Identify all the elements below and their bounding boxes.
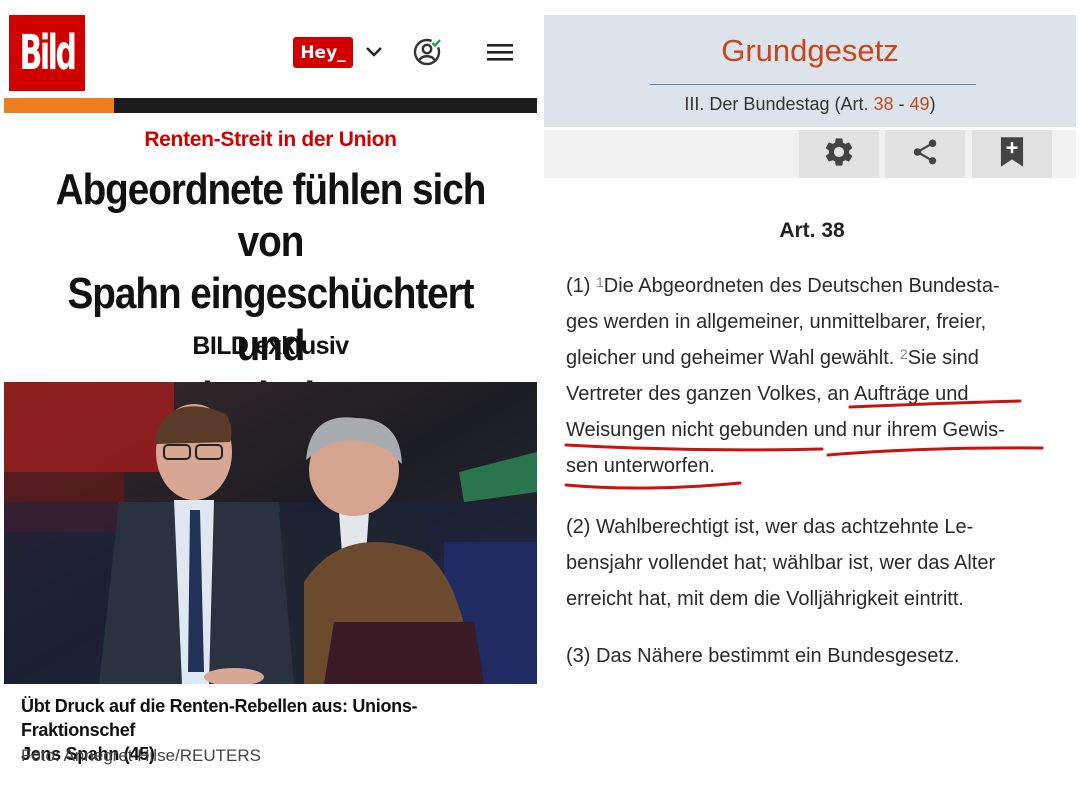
settings-button[interactable] [799, 130, 879, 178]
paragraph-line: bensjahr vollendet hat; wählbar ist, wer… [566, 552, 996, 574]
hey-button[interactable]: Hey_ [293, 37, 353, 68]
article-kicker: Renten-Streit in der Union [144, 128, 397, 151]
article-heading: Art. 38 [779, 219, 845, 242]
share-button[interactable] [885, 130, 965, 178]
line-text: Sie sind [907, 347, 979, 369]
gg-header: Grundgesetz III. Der Bundestag (Art. 38 … [544, 15, 1076, 127]
paragraph-line: (3) Das Nähere bestimmt ein Bundesgesetz… [566, 645, 960, 667]
article-paragraph-2: (2) Wahlberechtigt ist, wer das achtzehn… [566, 509, 1066, 617]
line-text: gleicher und geheimer Wahl gewählt. [566, 347, 900, 369]
article-to-link[interactable]: 49 [910, 94, 930, 114]
paragraph-marker: (1) [566, 275, 596, 297]
subtitle-suffix: ) [929, 94, 936, 114]
paragraph-line: erreicht hat, mit dem die Volljährigkeit… [566, 588, 964, 610]
chevron-down-icon[interactable] [362, 40, 386, 64]
paragraph-line: ges werden in allgemeiner, unmittelbarer… [566, 311, 987, 333]
line-text: Die Abgeordneten des Deutschen Bundesta- [603, 275, 1000, 297]
title-divider [650, 84, 976, 85]
photo-credit: Foto: Annegret Hilse/REUTERS [21, 746, 261, 765]
bild-logo-text: Bild [19, 25, 77, 81]
bookmark-button[interactable] [972, 130, 1052, 178]
bookmark-add-icon [997, 136, 1027, 173]
exclusive-label: BILD exklusiv [192, 332, 349, 360]
settings-gear-icon [822, 135, 856, 174]
bild-article-panel: Bild Hey_ Renten-Streit in der Union Abg… [0, 0, 542, 786]
paragraph-line: Vertreter des ganzen Volkes, an Aufträge… [566, 383, 969, 405]
grundgesetz-panel: Grundgesetz III. Der Bundestag (Art. 38 … [544, 15, 1076, 786]
article-photo[interactable] [4, 382, 537, 684]
menu-icon[interactable] [486, 40, 514, 64]
paragraph-line: (2) Wahlberechtigt ist, wer das achtzehn… [566, 516, 974, 538]
article-paragraph-1: (1) 1Die Abgeordneten des Deutschen Bund… [566, 268, 1066, 484]
caption-line: Übt Druck auf die Renten-Rebellen aus: U… [21, 696, 418, 740]
headline-line: Abgeordnete fühlen sich von [55, 165, 487, 266]
article-paragraph-3: (3) Das Nähere bestimmt ein Bundesgesetz… [566, 638, 1066, 674]
share-icon [910, 137, 940, 172]
paragraph-line: gleicher und geheimer Wahl gewählt. 2Sie… [566, 340, 1066, 376]
subtitle-prefix: III. Der Bundestag (Art. [684, 94, 874, 114]
paragraph-line: (1) 1Die Abgeordneten des Deutschen Bund… [566, 268, 1066, 304]
header-divider-accent [4, 98, 114, 113]
sentence-number: 1 [596, 274, 604, 290]
subtitle-sep: - [893, 94, 910, 114]
article-from-link[interactable]: 38 [874, 94, 894, 114]
paragraph-line: sen unterworfen. [566, 455, 715, 477]
sentence-number: 2 [899, 346, 908, 362]
bild-logo[interactable]: Bild [9, 15, 85, 91]
article-toolbar [544, 130, 1076, 178]
account-icon[interactable] [412, 37, 442, 67]
paragraph-line: Weisungen nicht gebunden und nur ihrem G… [566, 419, 1005, 441]
page-title: Grundgesetz [721, 33, 899, 68]
section-subtitle[interactable]: III. Der Bundestag (Art. 38 - 49) [544, 94, 1076, 115]
